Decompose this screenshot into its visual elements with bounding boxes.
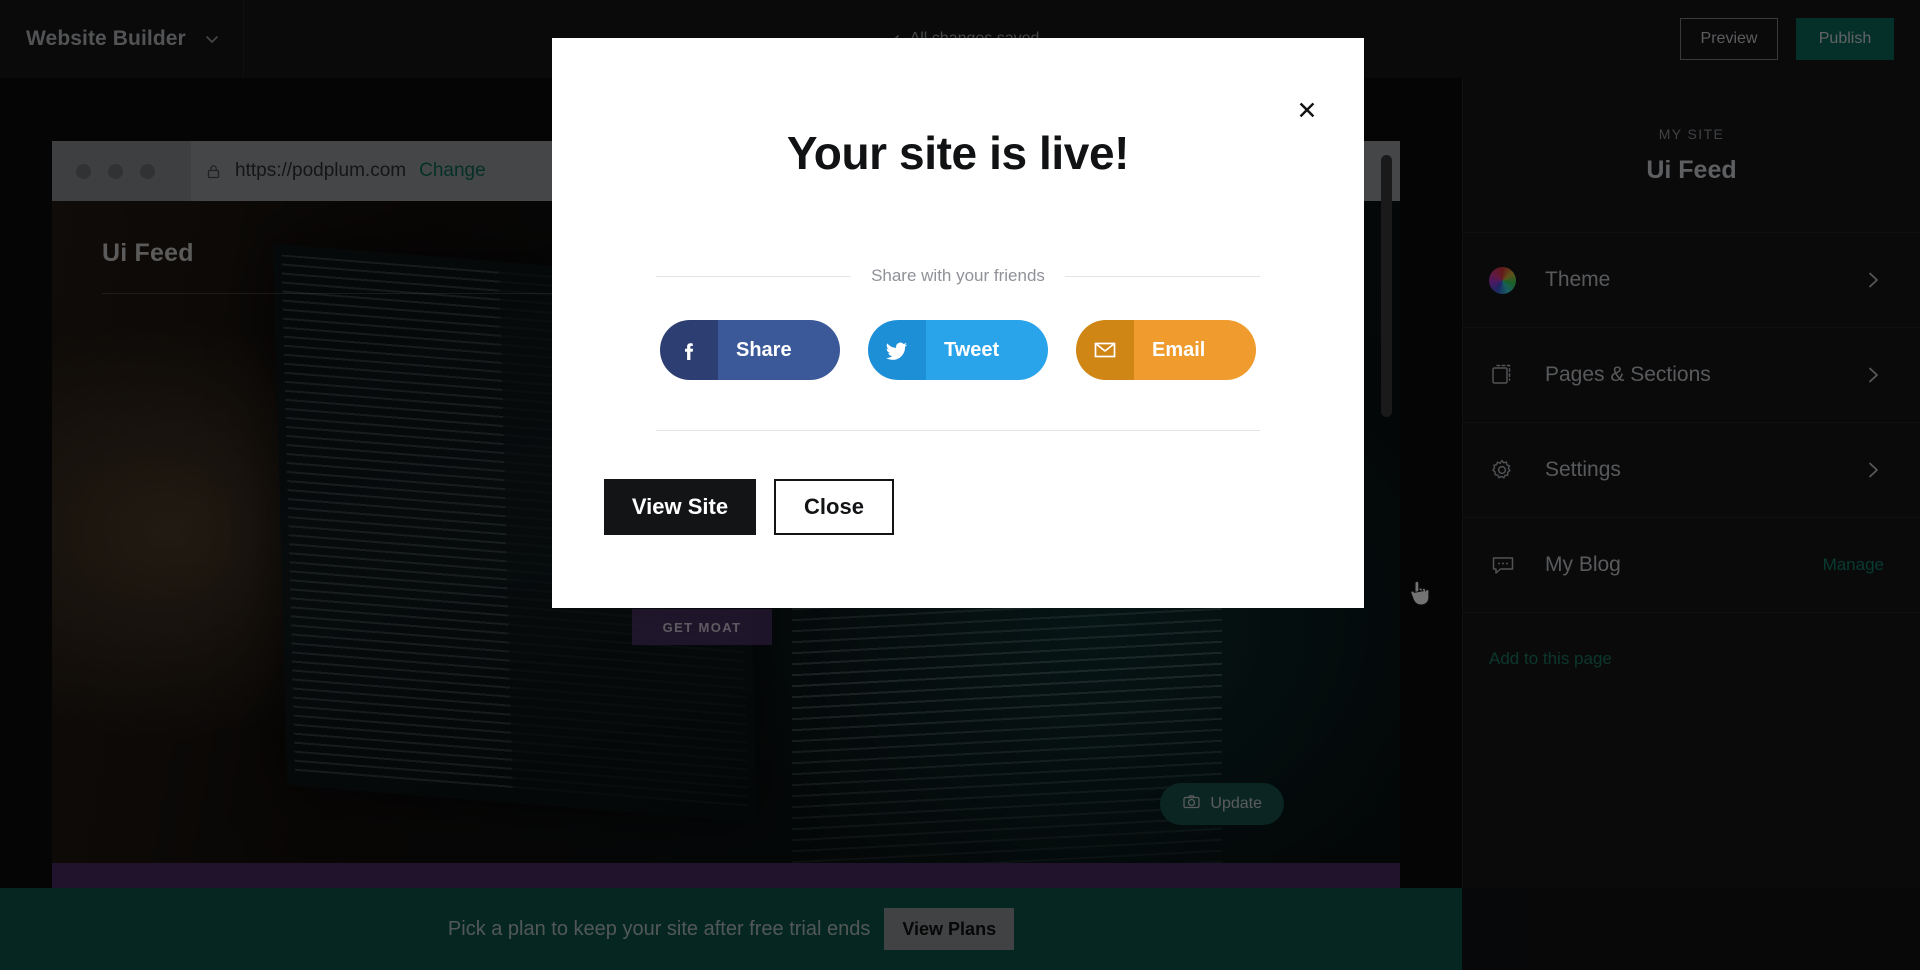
email-share-label: Email <box>1134 320 1256 380</box>
twitter-share-button[interactable]: Tweet <box>868 320 1048 380</box>
app-root: Website Builder All changes saved Previe… <box>0 0 1920 970</box>
view-site-button[interactable]: View Site <box>604 479 756 535</box>
share-button-row: Share Tweet Email <box>552 320 1364 380</box>
site-live-modal: ✕ Your site is live! Share with your fri… <box>552 38 1364 608</box>
modal-title: Your site is live! <box>786 127 1130 179</box>
modal-action-row: View Site Close <box>552 431 1364 535</box>
twitter-icon <box>868 320 926 380</box>
share-divider-text: Share with your friends <box>871 266 1045 285</box>
facebook-icon <box>660 320 718 380</box>
close-modal-button[interactable]: Close <box>774 479 894 535</box>
close-icon[interactable]: ✕ <box>1292 96 1322 126</box>
facebook-share-label: Share <box>718 320 840 380</box>
facebook-share-button[interactable]: Share <box>660 320 840 380</box>
email-share-button[interactable]: Email <box>1076 320 1256 380</box>
envelope-icon <box>1076 320 1134 380</box>
twitter-share-label: Tweet <box>926 320 1048 380</box>
share-divider-label: Share with your friends <box>656 266 1260 286</box>
